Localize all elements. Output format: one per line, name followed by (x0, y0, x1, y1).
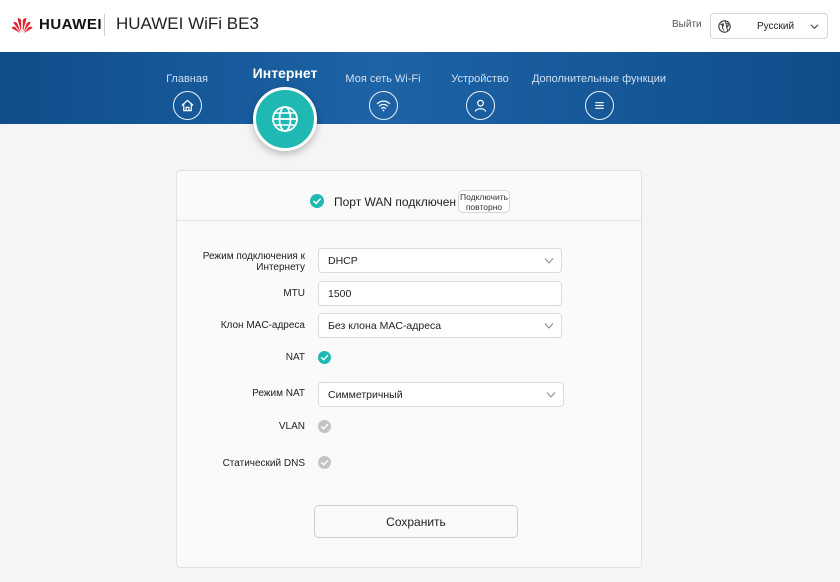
menu-icon (584, 91, 614, 120)
wifi-icon (368, 91, 398, 120)
mtu-input[interactable]: 1500 (318, 281, 562, 306)
internet-settings-card: Порт WAN подключен Подключить повторно Р… (176, 170, 642, 568)
huawei-logo: HUAWEI (10, 12, 102, 36)
nav-item-internet[interactable]: Интернет (236, 52, 334, 81)
header-divider (104, 14, 105, 36)
chevron-down-icon (544, 258, 554, 264)
wan-status-row: Порт WAN подключен Подключить повторно (177, 171, 641, 221)
mtu-label: MTU (283, 288, 305, 299)
connection-mode-value: DHCP (328, 254, 358, 267)
brand-name: HUAWEI (39, 15, 102, 33)
nat-checkbox[interactable] (318, 351, 331, 364)
nav-label-wifi: Моя сеть Wi-Fi (345, 73, 421, 85)
user-icon (465, 91, 495, 120)
nav-label-advanced: Дополнительные функции (531, 73, 667, 85)
nat-mode-label: Режим NAT (252, 388, 305, 399)
save-button[interactable]: Сохранить (314, 505, 518, 538)
main-nav (0, 52, 840, 124)
top-header: HUAWEI HUAWEI WiFi BE3 Выйти Русский (0, 0, 840, 52)
chevron-down-icon (544, 323, 554, 329)
nav-item-device[interactable]: Устройство (451, 52, 509, 120)
reconnect-label-line2: повторно (465, 202, 503, 212)
mac-clone-label: Клон MAC-адреса (220, 320, 305, 331)
wan-status-text: Порт WAN подключен (334, 195, 457, 209)
globe-icon (272, 106, 298, 132)
nat-label: NAT (285, 352, 305, 363)
nav-label-device: Устройство (451, 73, 509, 85)
check-circle-icon (310, 194, 324, 208)
home-icon (172, 91, 202, 120)
mac-clone-select[interactable]: Без клона MAC-адреса (318, 313, 562, 338)
reconnect-label-line1: Подключить (459, 192, 509, 202)
static-dns-label: Статический DNS (222, 458, 305, 469)
nat-mode-value: Симметричный (328, 388, 403, 401)
product-title: HUAWEI WiFi BE3 (116, 14, 259, 33)
mac-clone-value: Без клона MAC-адреса (328, 319, 442, 332)
huawei-logo-icon (11, 18, 33, 33)
connection-mode-select[interactable]: DHCP (318, 248, 562, 273)
static-dns-checkbox[interactable] (318, 456, 331, 469)
chevron-down-icon (810, 24, 819, 30)
chevron-down-icon (546, 392, 556, 398)
vlan-checkbox[interactable] (318, 420, 331, 433)
reconnect-button[interactable]: Подключить повторно (458, 190, 510, 213)
nav-item-advanced[interactable]: Дополнительные функции (532, 52, 666, 120)
connection-mode-label: Режим подключения к Интернету (202, 251, 305, 273)
nav-label-internet: Интернет (252, 65, 318, 81)
logout-link[interactable]: Выйти (672, 19, 702, 30)
nav-label-home: Главная (166, 73, 208, 85)
language-label: Русский (757, 20, 795, 32)
language-select[interactable]: Русский (710, 13, 828, 39)
nat-mode-select[interactable]: Симметричный (318, 382, 564, 407)
nav-item-home[interactable]: Главная (164, 52, 210, 120)
nav-item-wifi[interactable]: Моя сеть Wi-Fi (345, 52, 421, 120)
nav-internet-active-button[interactable] (253, 87, 317, 151)
vlan-label: VLAN (278, 421, 305, 432)
globe-icon (718, 19, 731, 33)
